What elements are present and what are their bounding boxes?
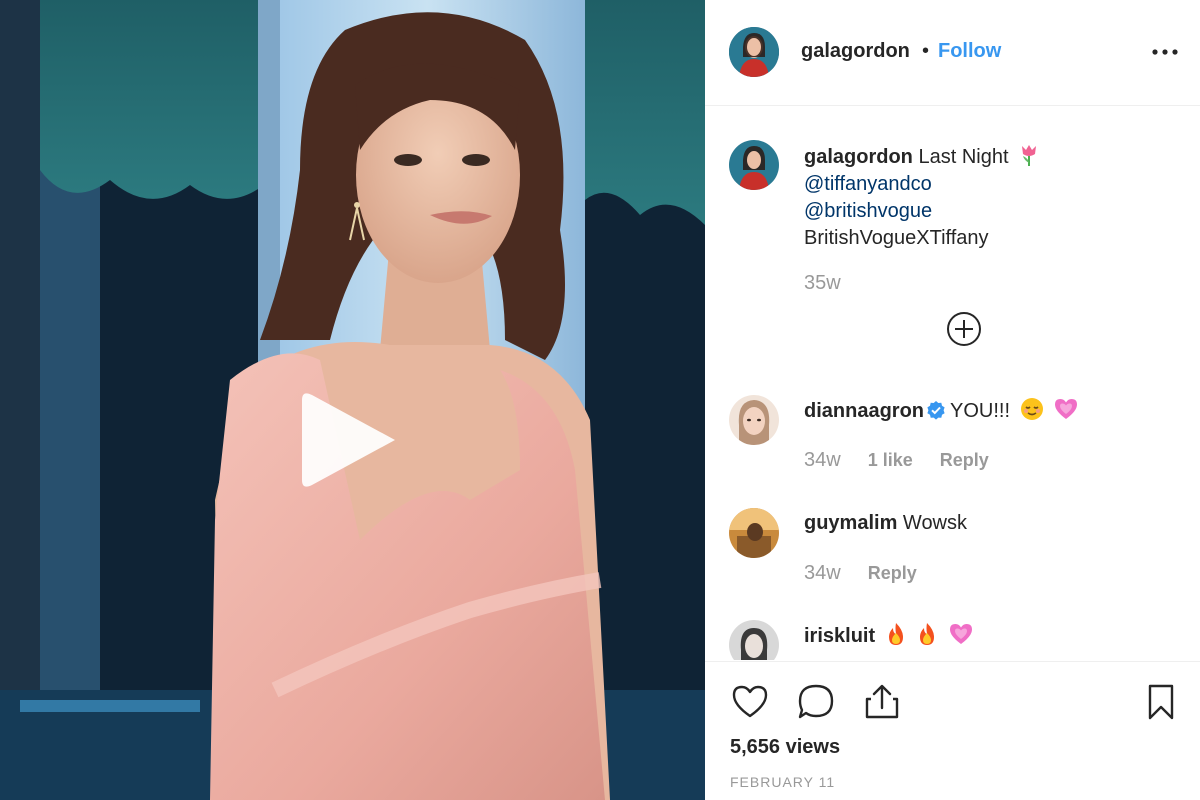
follow-button[interactable]: Follow bbox=[938, 40, 1001, 63]
mention-link[interactable]: @britishvogue bbox=[804, 198, 1164, 225]
fire-emoji-icon bbox=[920, 623, 935, 645]
relieved-face-emoji-icon bbox=[1020, 398, 1043, 420]
views-count[interactable]: 5,656 views bbox=[730, 736, 840, 759]
heart-icon[interactable] bbox=[730, 682, 770, 722]
comment-text: YOU!!! bbox=[950, 400, 1011, 422]
avatar[interactable] bbox=[729, 620, 779, 660]
post-date[interactable]: FEBRUARY 11 bbox=[730, 774, 835, 790]
comment-timestamp[interactable]: 34w bbox=[804, 449, 841, 471]
caption-text: Last Night bbox=[918, 146, 1009, 168]
comment-timestamp[interactable]: 34w bbox=[804, 562, 841, 584]
avatar[interactable] bbox=[729, 140, 779, 190]
post-username[interactable]: galagordon bbox=[801, 40, 910, 63]
separator-dot: • bbox=[922, 40, 930, 62]
comment-text-line: diannaagron YOU!!! bbox=[804, 397, 1079, 425]
comment-meta: 34w Reply bbox=[804, 562, 939, 585]
caption-tag-line: BritishVogueXTiffany bbox=[804, 227, 989, 249]
comment-meta: 34w 1 like Reply bbox=[804, 449, 1011, 472]
comment-text-line: guymalim Wowsk bbox=[804, 510, 967, 537]
reply-button[interactable]: Reply bbox=[868, 563, 917, 583]
share-icon[interactable] bbox=[862, 682, 902, 722]
comment-text: Wowsk bbox=[902, 512, 968, 534]
caption-username[interactable]: galagordon bbox=[804, 146, 913, 168]
reply-button[interactable]: Reply bbox=[940, 450, 989, 470]
comment-likes-count[interactable]: 1 like bbox=[868, 450, 913, 470]
tulip-emoji-icon bbox=[1022, 145, 1037, 166]
caption-timestamp[interactable]: 35w bbox=[804, 272, 841, 295]
mention-link[interactable]: @tiffanyandco bbox=[804, 171, 1164, 198]
post-actions: 5,656 views FEBRUARY 11 bbox=[705, 661, 1200, 800]
comment-item: iriskluit bbox=[705, 620, 1200, 660]
comment-text-line: iriskluit bbox=[804, 622, 974, 650]
comment-item: guymalim Wowsk 34w Reply bbox=[705, 508, 1200, 618]
avatar[interactable] bbox=[729, 27, 779, 77]
plus-circle-icon[interactable] bbox=[946, 311, 982, 347]
growing-heart-emoji-icon bbox=[1055, 399, 1078, 419]
comment-username[interactable]: diannaagron bbox=[804, 400, 924, 422]
post-header: galagordon • Follow bbox=[705, 0, 1200, 106]
comments-list[interactable]: galagordon Last Night @tiffanyandco @bri… bbox=[705, 107, 1200, 660]
comment-item: diannaagron YOU!!! 34w 1 like Reply bbox=[705, 395, 1200, 505]
more-horizontal-icon[interactable] bbox=[1150, 43, 1180, 61]
avatar[interactable] bbox=[729, 395, 779, 445]
avatar[interactable] bbox=[729, 508, 779, 558]
bookmark-icon[interactable] bbox=[1141, 682, 1181, 722]
fire-emoji-icon bbox=[888, 623, 903, 645]
post-media-video[interactable] bbox=[0, 0, 705, 800]
verified-badge-icon bbox=[927, 401, 945, 420]
post-caption: galagordon Last Night @tiffanyandco @bri… bbox=[804, 143, 1164, 252]
post-side-panel: galagordon • Follow galagordon Last Nigh… bbox=[705, 0, 1200, 800]
growing-heart-emoji-icon bbox=[949, 624, 972, 644]
play-icon[interactable] bbox=[290, 385, 410, 495]
comment-icon[interactable] bbox=[796, 682, 836, 722]
comment-username[interactable]: guymalim bbox=[804, 512, 897, 534]
comment-username[interactable]: iriskluit bbox=[804, 625, 875, 647]
